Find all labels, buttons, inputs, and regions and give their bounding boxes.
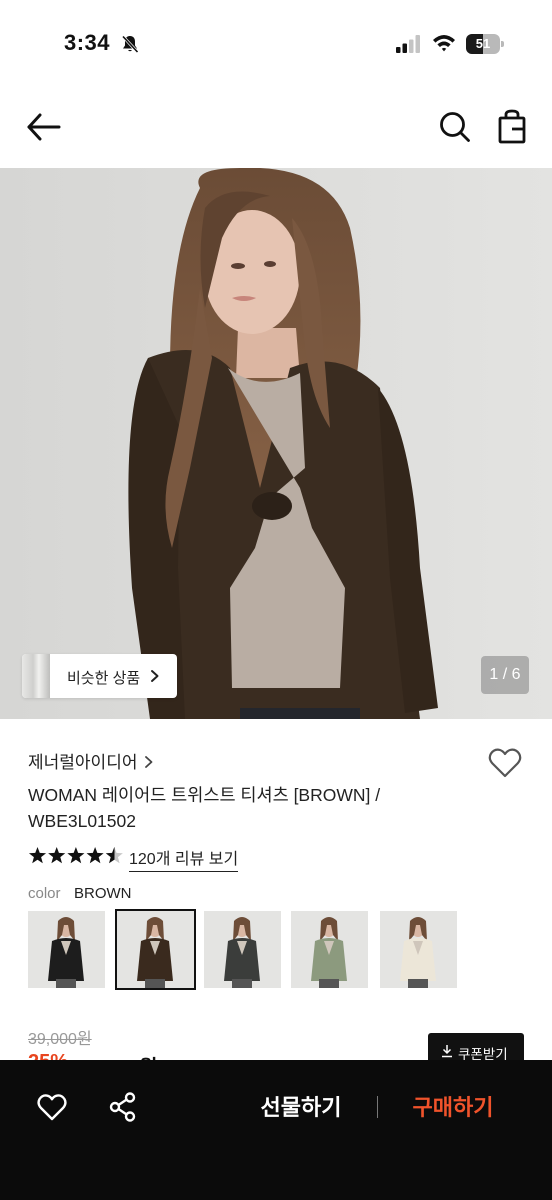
swatch-thumbnail: [380, 911, 457, 988]
image-page-indicator: 1 / 6: [481, 656, 529, 694]
swatch-thumbnail: [291, 911, 368, 988]
color-swatch-3[interactable]: [204, 911, 281, 988]
rating-stars: [28, 847, 123, 864]
wishlist-heart-icon[interactable]: [487, 746, 523, 780]
status-bar: 3:34 51: [0, 0, 552, 88]
heart-icon[interactable]: [36, 1092, 68, 1122]
rating-star-1: [28, 847, 47, 864]
battery-indicator: 51: [466, 34, 504, 54]
download-icon: [442, 1045, 452, 1058]
chevron-right-icon: [145, 756, 153, 768]
status-time: 3:34: [64, 30, 111, 55]
silent-bell-icon: [121, 35, 139, 54]
review-link[interactable]: 120개 리뷰 보기: [129, 845, 239, 872]
search-icon[interactable]: [436, 108, 474, 146]
buy-button[interactable]: 구매하기: [392, 1090, 514, 1126]
similar-product-thumbnail: [22, 654, 50, 698]
product-image[interactable]: [0, 168, 552, 719]
rating-star-3: [67, 847, 85, 864]
brand-name: 제너럴아이디어: [28, 753, 138, 772]
battery-level: 51: [475, 36, 491, 51]
bar-divider: [377, 1096, 378, 1118]
shopping-bag-icon[interactable]: [494, 108, 530, 146]
brand-link[interactable]: 제너럴아이디어: [28, 748, 155, 772]
product-title-line2: WBE3L01502: [28, 811, 136, 831]
cellular-signal-icon: [396, 35, 420, 53]
original-price: 39,000원: [28, 1031, 92, 1048]
swatch-thumbnail: [204, 911, 281, 988]
chevron-right-icon: [151, 670, 159, 682]
color-option-label: color: [28, 885, 61, 902]
color-swatch-4[interactable]: [291, 911, 368, 988]
share-icon[interactable]: [108, 1091, 138, 1123]
selected-color-value: BROWN: [74, 885, 132, 902]
color-swatch-1[interactable]: [28, 911, 105, 988]
gift-button[interactable]: 선물하기: [240, 1090, 362, 1126]
swatch-thumbnail: [28, 911, 105, 988]
bottom-action-bar: 선물하기 구매하기: [0, 1060, 552, 1200]
product-photo: [0, 168, 552, 719]
color-swatch-2[interactable]: [115, 909, 196, 990]
similar-products-button[interactable]: 비슷한 상품: [22, 654, 177, 698]
wifi-icon: [433, 35, 455, 52]
product-title-line1: WOMAN 레이어드 트위스트 티셔츠 [BROWN] /: [28, 785, 381, 805]
swatch-thumbnail: [117, 911, 194, 988]
rating-star-2: [48, 847, 66, 864]
rating-star-5: [105, 847, 123, 864]
product-title: WOMAN 레이어드 트위스트 티셔츠 [BROWN] / WBE3L01502: [28, 782, 468, 834]
similar-products-label: 비슷한 상품: [67, 670, 141, 687]
color-swatch-5[interactable]: [380, 911, 457, 988]
rating-star-4: [86, 847, 104, 864]
back-arrow-icon[interactable]: [24, 108, 64, 146]
